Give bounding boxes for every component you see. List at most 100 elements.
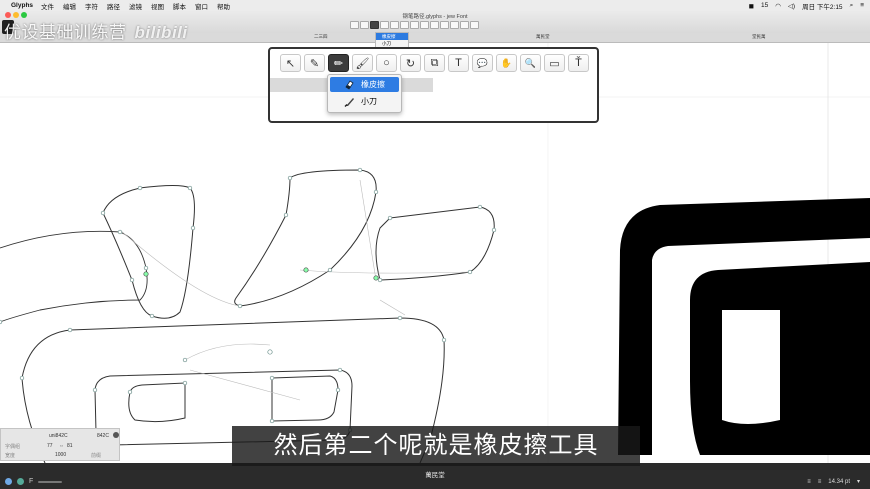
mini-zoom-tool[interactable] xyxy=(450,21,459,29)
glyph-info-panel: uni842C 842C 字偶组 77 ⇔ 81 宽度 1000 前缀 xyxy=(0,428,120,461)
info-label-1: 字偶组 xyxy=(5,444,21,450)
hand-glyph: ✋ xyxy=(500,57,513,68)
video-subtitle: 然后第二个呢就是橡皮擦工具 xyxy=(232,426,640,466)
knife-icon xyxy=(344,98,354,107)
menu-edit[interactable]: 编辑 xyxy=(63,1,76,11)
brush-glyph: 🖌 xyxy=(355,57,370,70)
mini-select-tool[interactable] xyxy=(350,21,359,29)
stroke-outline-7 xyxy=(128,382,186,423)
stroke-outline-1 xyxy=(0,230,148,323)
volume-icon[interactable]: ◁) xyxy=(788,2,795,10)
menu-glyph[interactable]: 字符 xyxy=(85,1,98,11)
tab-2[interactable]: 萬民堂 xyxy=(536,34,550,40)
type-icon[interactable]: Ť xyxy=(568,54,589,72)
stroke-outline-4 xyxy=(375,206,495,281)
text-glyph: T xyxy=(455,57,462,69)
mini-rotate-tool[interactable] xyxy=(400,21,409,29)
mini-hand-tool[interactable] xyxy=(440,21,449,29)
popup-item-eraser[interactable]: 橡皮擦 xyxy=(330,77,399,92)
link-icon[interactable]: ⇔ xyxy=(59,443,64,449)
selected-nodes[interactable] xyxy=(143,267,379,281)
menu-filter[interactable]: 滤镜 xyxy=(129,1,142,11)
preview-right-controls: ≡ ≡ 14.34 pt ▾ xyxy=(807,478,860,486)
align-center-icon[interactable]: ≡ xyxy=(818,479,822,485)
preview-left-controls: F xyxy=(5,478,63,485)
scale-icon[interactable]: ⧉ xyxy=(424,54,445,72)
camera-icon[interactable]: ◼ xyxy=(749,2,754,10)
preview-bar: 萬民堂 F ≡ ≡ 14.34 pt ▾ xyxy=(0,463,870,489)
menu-window[interactable]: 窗口 xyxy=(195,1,208,11)
draw-icon[interactable]: ✎ xyxy=(304,54,325,72)
mini-text-tool[interactable] xyxy=(420,21,429,29)
scale-glyph: ⧉ xyxy=(430,56,439,69)
measure-icon[interactable]: ▭ xyxy=(544,54,565,72)
popup-label-eraser: 橡皮擦 xyxy=(361,80,385,89)
brush-icon[interactable]: 🖌 xyxy=(352,54,373,72)
stroke-outline-8 xyxy=(271,375,339,422)
menu-file[interactable]: 文件 xyxy=(41,1,54,11)
preview-slider[interactable] xyxy=(38,480,63,483)
draw-glyph: ✎ xyxy=(309,57,320,70)
neighbor-glyph-counter xyxy=(722,310,780,420)
preview-settings-icon[interactable]: ▾ xyxy=(857,478,860,485)
mini-pencil-tool[interactable] xyxy=(370,21,379,29)
menu-list-icon[interactable]: ≡ xyxy=(860,2,864,9)
menu-view[interactable]: 视图 xyxy=(151,1,164,11)
info-label-2: 宽度 xyxy=(5,453,16,459)
menu-help[interactable]: 帮助 xyxy=(217,1,230,11)
spotlight-icon[interactable]: ⌕ xyxy=(850,2,854,10)
datetime[interactable]: 周日 下午2:15 xyxy=(802,1,842,11)
mini-measure-tool[interactable] xyxy=(460,21,469,29)
mini-draw-tool[interactable] xyxy=(360,21,369,29)
wifi-icon[interactable]: ◠ xyxy=(775,2,781,10)
bilibili-logo: bilibili xyxy=(134,23,188,42)
select-arrow-icon[interactable]: ↖ xyxy=(280,54,301,72)
battery-count[interactable]: 15 xyxy=(761,2,768,9)
hand-icon[interactable]: ✋ xyxy=(496,54,517,72)
menu-app-name[interactable]: Glyphs xyxy=(11,2,33,9)
measure-glyph: ▭ xyxy=(549,57,560,70)
toolbar-callout: ↖ ✎ ✏ 🖌 ○ ↻ ⧉ T 💬 ✋ 🔍 ▭ Ť xyxy=(268,47,599,123)
mini-scale-tool[interactable] xyxy=(410,21,419,29)
watermark: 优设基础训练营 bilibili xyxy=(4,18,188,43)
eraser-icon xyxy=(345,80,354,90)
unicode-value[interactable]: 842C xyxy=(97,433,109,439)
select-arrow-glyph: ↖ xyxy=(285,57,296,70)
rotate-glyph: ↻ xyxy=(405,57,416,70)
popup-label-knife: 小刀 xyxy=(361,97,377,106)
menu-script[interactable]: 脚本 xyxy=(173,1,186,11)
circle-shape-icon[interactable]: ○ xyxy=(376,54,397,72)
pencil-tool-popup: 橡皮擦 小刀 xyxy=(327,74,402,113)
window-toolbar xyxy=(350,21,479,30)
text-icon[interactable]: T xyxy=(448,54,469,72)
font-icon[interactable]: F xyxy=(29,478,33,485)
mini-type-tool[interactable] xyxy=(470,21,479,29)
mini-popup-knife[interactable]: 小刀 xyxy=(376,40,408,47)
zoom-icon[interactable]: 🔍 xyxy=(520,54,541,72)
pencil-icon[interactable]: ✏ xyxy=(328,54,349,72)
align-left-icon[interactable]: ≡ xyxy=(807,479,811,485)
zoom-glyph: 🔍 xyxy=(524,57,537,68)
path-nodes[interactable] xyxy=(0,167,497,448)
mini-brush-tool[interactable] xyxy=(380,21,389,29)
preview-mode-icon[interactable] xyxy=(17,478,24,485)
mini-popup-eraser[interactable]: 橡皮擦 xyxy=(376,33,408,40)
y-value[interactable]: 81 xyxy=(67,443,73,449)
tab-1[interactable]: 二三四 xyxy=(314,34,328,40)
stroke-outline-3 xyxy=(234,169,377,307)
x-value[interactable]: 77 xyxy=(47,443,53,449)
eye-icon[interactable] xyxy=(5,478,12,485)
mini-annotate-tool[interactable] xyxy=(430,21,439,29)
annotation-icon[interactable]: 💬 xyxy=(472,54,493,72)
mini-shape-tool[interactable] xyxy=(390,21,399,29)
info-close-icon[interactable] xyxy=(113,432,119,438)
rotate-icon[interactable]: ↻ xyxy=(400,54,421,72)
menu-path[interactable]: 路径 xyxy=(107,1,120,11)
glyph-name-value[interactable]: uni842C xyxy=(49,433,68,439)
zoom-value[interactable]: 14.34 pt xyxy=(828,479,850,485)
popup-item-knife[interactable]: 小刀 xyxy=(330,94,399,109)
preview-text[interactable]: 萬民堂 xyxy=(0,469,870,479)
circle-glyph: ○ xyxy=(383,57,390,69)
width-value[interactable]: 1000 xyxy=(55,452,66,458)
tab-3[interactable]: 堂民萬 xyxy=(752,34,766,40)
